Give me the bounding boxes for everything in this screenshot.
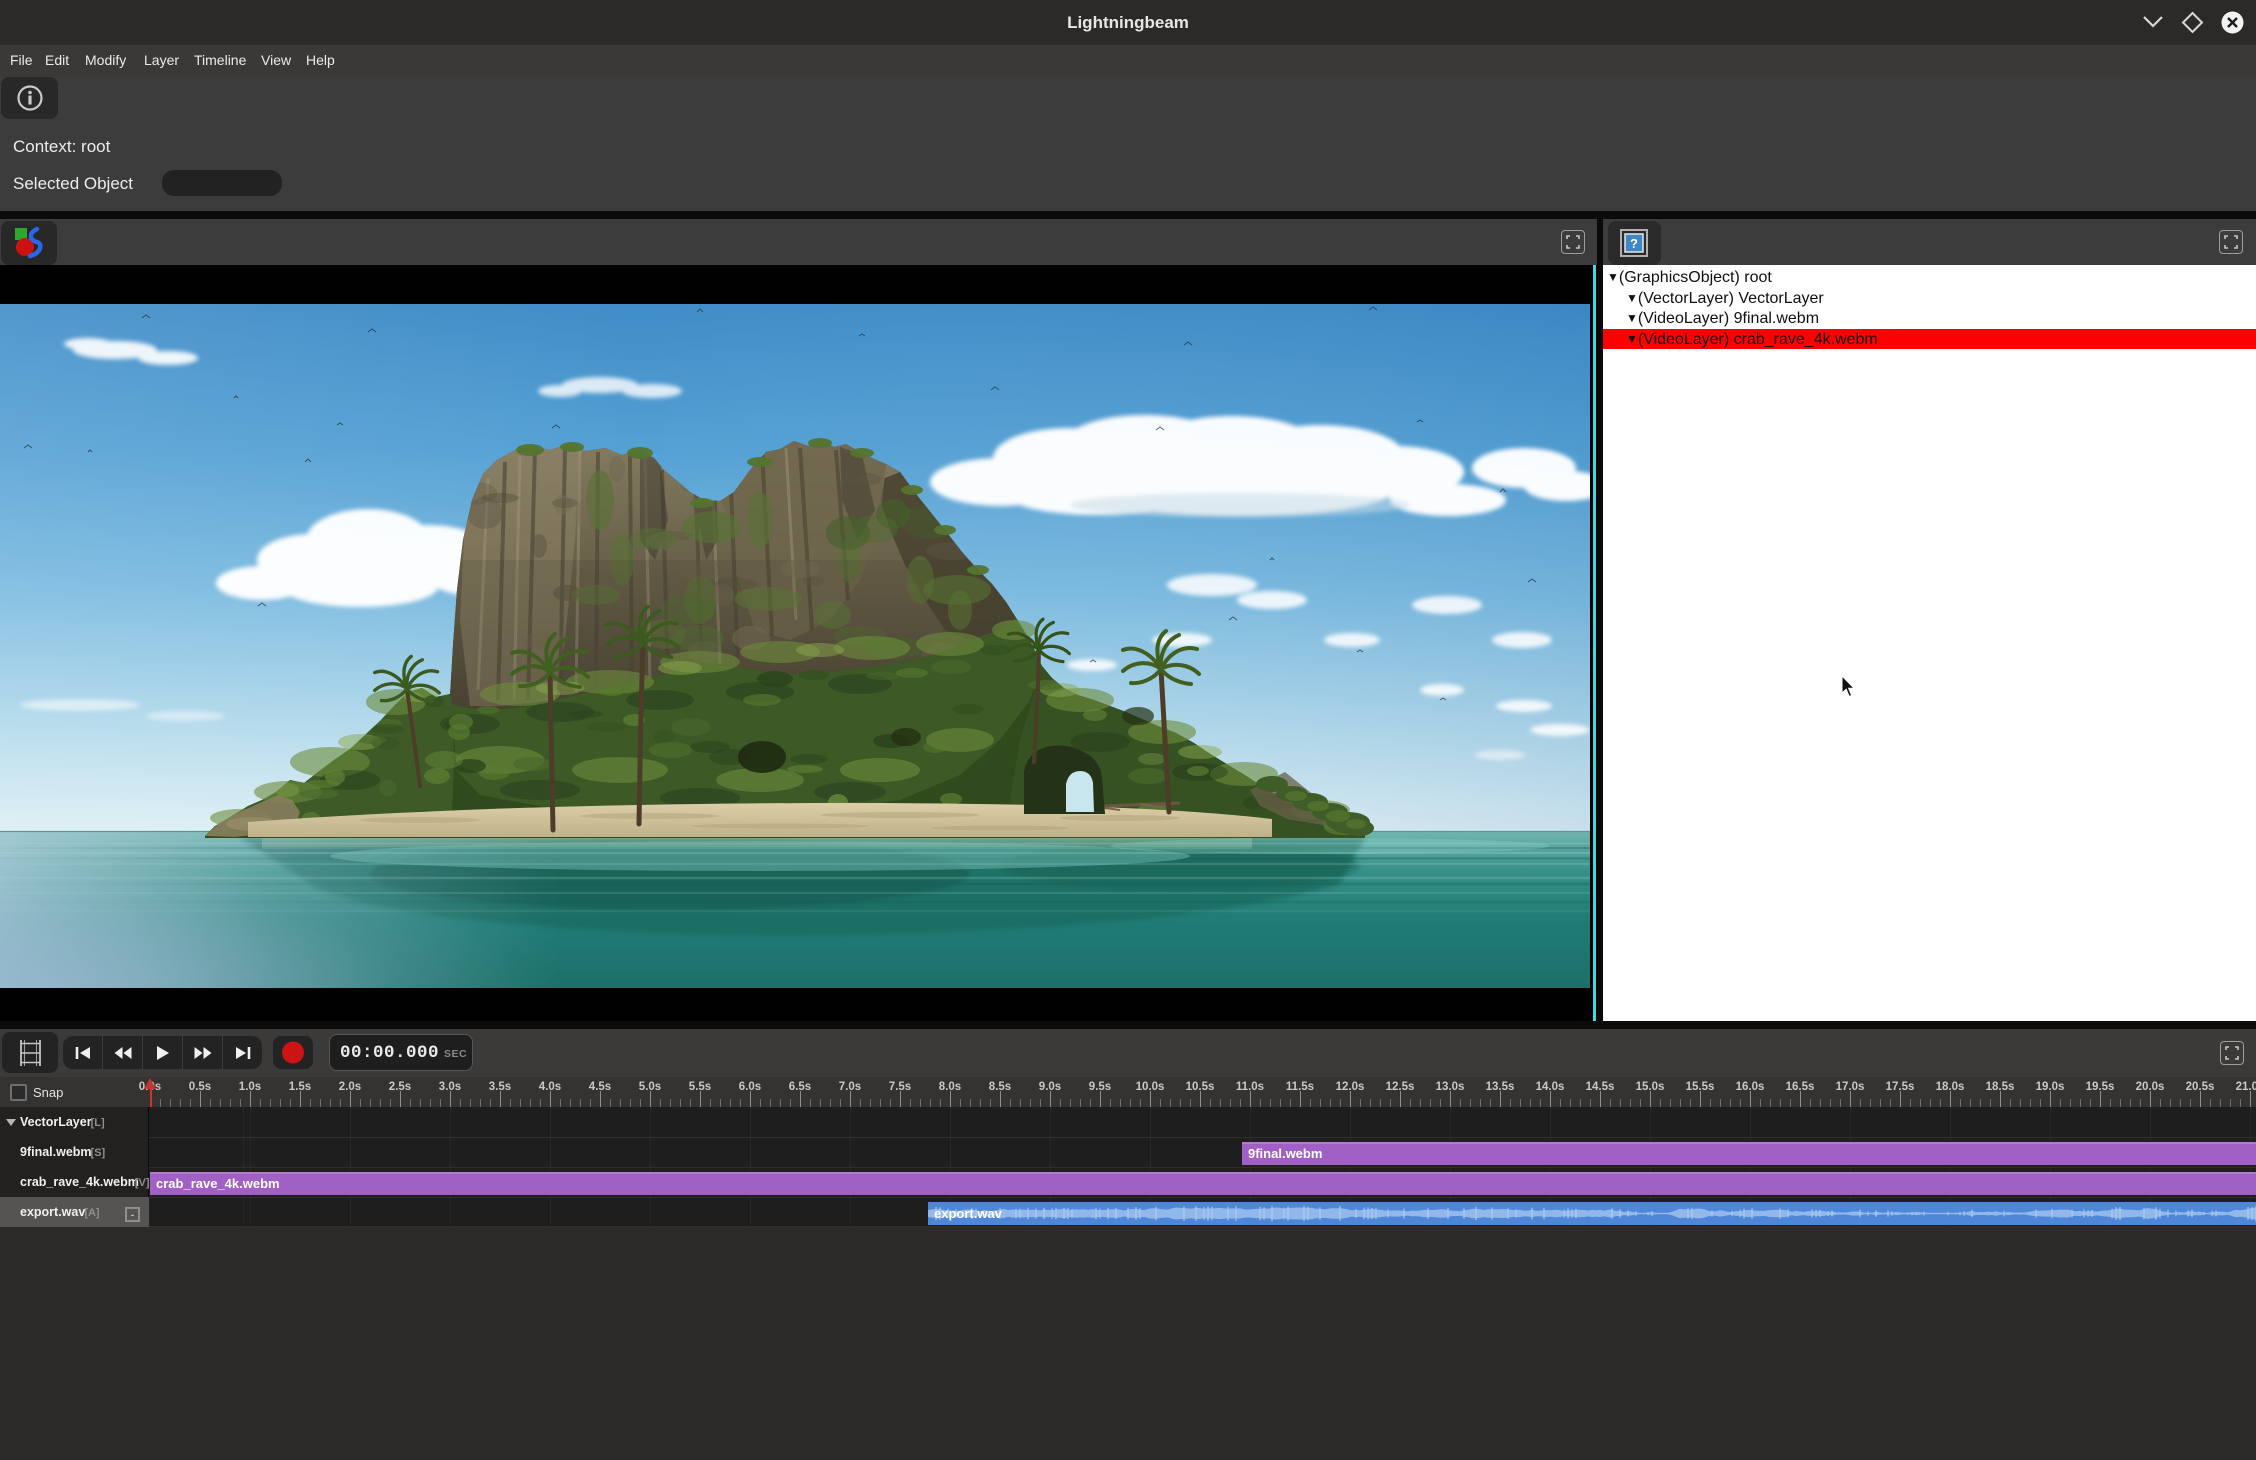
svg-text:?: ? — [1630, 236, 1638, 251]
